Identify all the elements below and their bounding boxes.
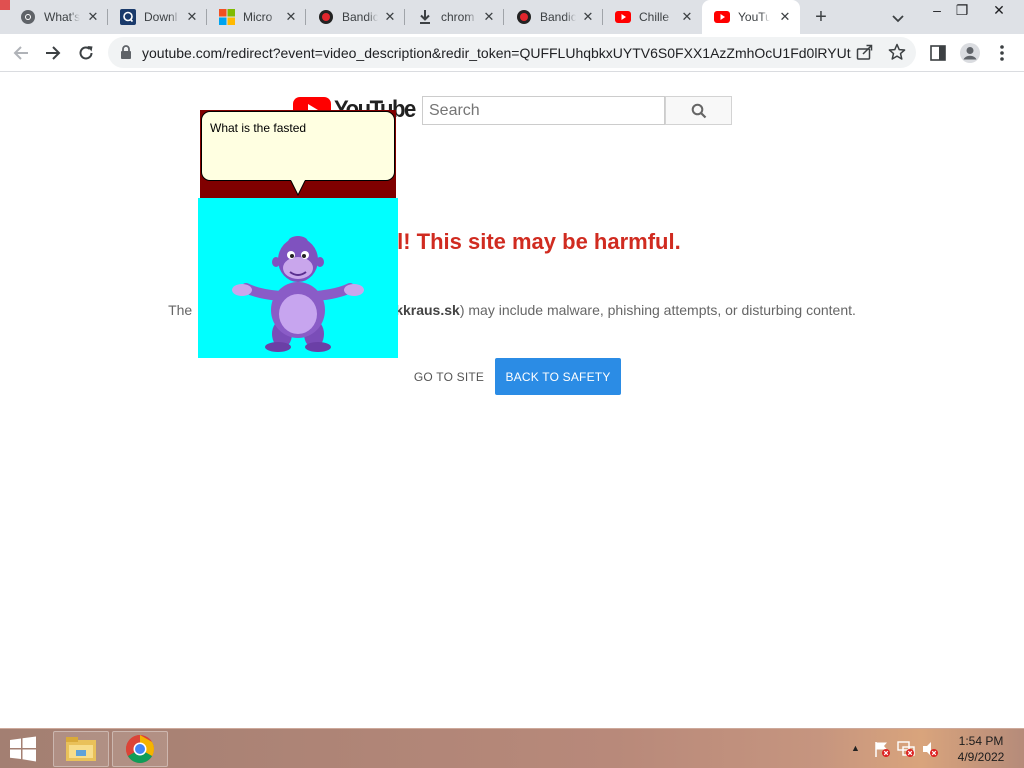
reload-icon bbox=[79, 46, 93, 60]
close-icon[interactable]: ✕ bbox=[581, 10, 595, 24]
search-input[interactable] bbox=[422, 96, 665, 125]
close-icon[interactable]: ✕ bbox=[680, 10, 694, 24]
warning-prefix: The bbox=[168, 302, 193, 318]
restore-button[interactable]: ❐ bbox=[945, 0, 979, 20]
browser-toolbar: youtube.com/redirect?event=video_descrip… bbox=[0, 34, 1024, 72]
close-icon[interactable]: ✕ bbox=[86, 10, 100, 24]
tab-bandicam-1[interactable]: Bandic ✕ bbox=[306, 0, 405, 34]
tab-youtube-active[interactable]: YouTu ✕ bbox=[702, 0, 800, 34]
action-center-flag-icon[interactable] bbox=[873, 740, 891, 758]
taskbar-chrome[interactable] bbox=[112, 731, 168, 767]
reload-button[interactable] bbox=[73, 40, 99, 66]
bandicam-icon bbox=[516, 9, 532, 25]
close-icon[interactable]: ✕ bbox=[185, 10, 199, 24]
download-icon bbox=[417, 9, 433, 25]
arrow-left-icon bbox=[13, 46, 28, 60]
windows-taskbar: ▲ 1:54 PM 4/9/2022 bbox=[0, 728, 1024, 768]
search-icon bbox=[691, 103, 706, 118]
close-icon[interactable]: ✕ bbox=[482, 10, 496, 24]
back-button[interactable] bbox=[8, 40, 34, 66]
show-hidden-icons-button[interactable]: ▲ bbox=[851, 743, 860, 753]
tab-chilled[interactable]: Chille ✕ bbox=[603, 0, 702, 34]
tab-title: What's bbox=[44, 10, 80, 24]
tab-chrome-download[interactable]: chrom ✕ bbox=[405, 0, 504, 34]
youtube-icon bbox=[714, 9, 730, 25]
tab-title: chrom bbox=[441, 10, 475, 24]
folder-icon bbox=[66, 737, 96, 761]
tab-title: Bandic bbox=[540, 10, 576, 24]
windows-logo-icon bbox=[10, 736, 36, 762]
menu-button[interactable] bbox=[989, 40, 1015, 66]
bonzi-gorilla-icon[interactable] bbox=[218, 234, 378, 354]
share-icon[interactable] bbox=[856, 44, 874, 65]
close-icon[interactable]: ✕ bbox=[383, 10, 397, 24]
network-icon[interactable] bbox=[897, 740, 915, 758]
clock-date: 4/9/2022 bbox=[957, 750, 1005, 764]
tab-title: Micro bbox=[243, 10, 273, 24]
close-window-button[interactable]: ✕ bbox=[982, 0, 1016, 20]
tab-strip: What's ✕ Downl ✕ Micro ✕ Bandic ✕ chrom … bbox=[0, 0, 1024, 34]
speech-text: What is the fasted bbox=[210, 121, 307, 135]
tab-whats[interactable]: What's ✕ bbox=[8, 0, 108, 34]
back-to-safety-button[interactable]: BACK TO SAFETY bbox=[495, 358, 621, 395]
address-bar[interactable]: youtube.com/redirect?event=video_descrip… bbox=[108, 37, 916, 68]
side-panel-button[interactable] bbox=[925, 40, 951, 66]
new-tab-button[interactable]: + bbox=[810, 7, 832, 29]
chevron-down-icon[interactable] bbox=[888, 8, 908, 28]
tab-download[interactable]: Downl ✕ bbox=[108, 0, 207, 34]
microsoft-logo-icon bbox=[219, 9, 235, 25]
forward-button[interactable] bbox=[40, 40, 66, 66]
tab-title: YouTu bbox=[738, 10, 770, 24]
arrow-right-icon bbox=[46, 46, 61, 60]
close-icon[interactable]: ✕ bbox=[284, 10, 298, 24]
bookmark-star-icon[interactable] bbox=[888, 43, 906, 66]
tab-title: Downl bbox=[144, 10, 178, 24]
profile-avatar-icon bbox=[960, 43, 980, 63]
warning-domain: kkraus.sk bbox=[395, 302, 460, 318]
url-text[interactable]: youtube.com/redirect?event=video_descrip… bbox=[142, 45, 852, 61]
bonzi-character-window[interactable] bbox=[198, 198, 398, 358]
close-icon[interactable]: ✕ bbox=[778, 10, 792, 24]
warning-suffix: ) may include malware, phishing attempts… bbox=[459, 302, 856, 318]
clock-time: 1:54 PM bbox=[958, 734, 1004, 748]
tab-title: Bandic bbox=[342, 10, 378, 24]
chrome-icon bbox=[126, 735, 154, 763]
bandicam-icon bbox=[318, 9, 334, 25]
side-panel-icon bbox=[930, 45, 946, 61]
tab-bandicam-2[interactable]: Bandic ✕ bbox=[504, 0, 603, 34]
kebab-menu-icon bbox=[1000, 45, 1004, 61]
chrome-icon bbox=[20, 9, 36, 25]
system-clock[interactable]: 1:54 PM 4/9/2022 bbox=[950, 733, 1012, 765]
start-button[interactable] bbox=[6, 735, 40, 763]
youtube-icon bbox=[615, 9, 631, 25]
tab-microsoft[interactable]: Micro ✕ bbox=[207, 0, 306, 34]
tab-title: Chille bbox=[639, 10, 670, 24]
go-to-site-button[interactable]: GO TO SITE bbox=[406, 358, 492, 395]
lock-icon[interactable] bbox=[120, 45, 132, 64]
speech-bubble[interactable]: What is the fasted bbox=[201, 111, 395, 181]
profile-button[interactable] bbox=[957, 40, 983, 66]
taskbar-file-explorer[interactable] bbox=[53, 731, 109, 767]
volume-muted-icon[interactable] bbox=[921, 740, 939, 758]
speech-bubble-tail bbox=[290, 180, 306, 196]
search-button[interactable] bbox=[665, 96, 732, 125]
q-app-icon bbox=[120, 9, 136, 25]
